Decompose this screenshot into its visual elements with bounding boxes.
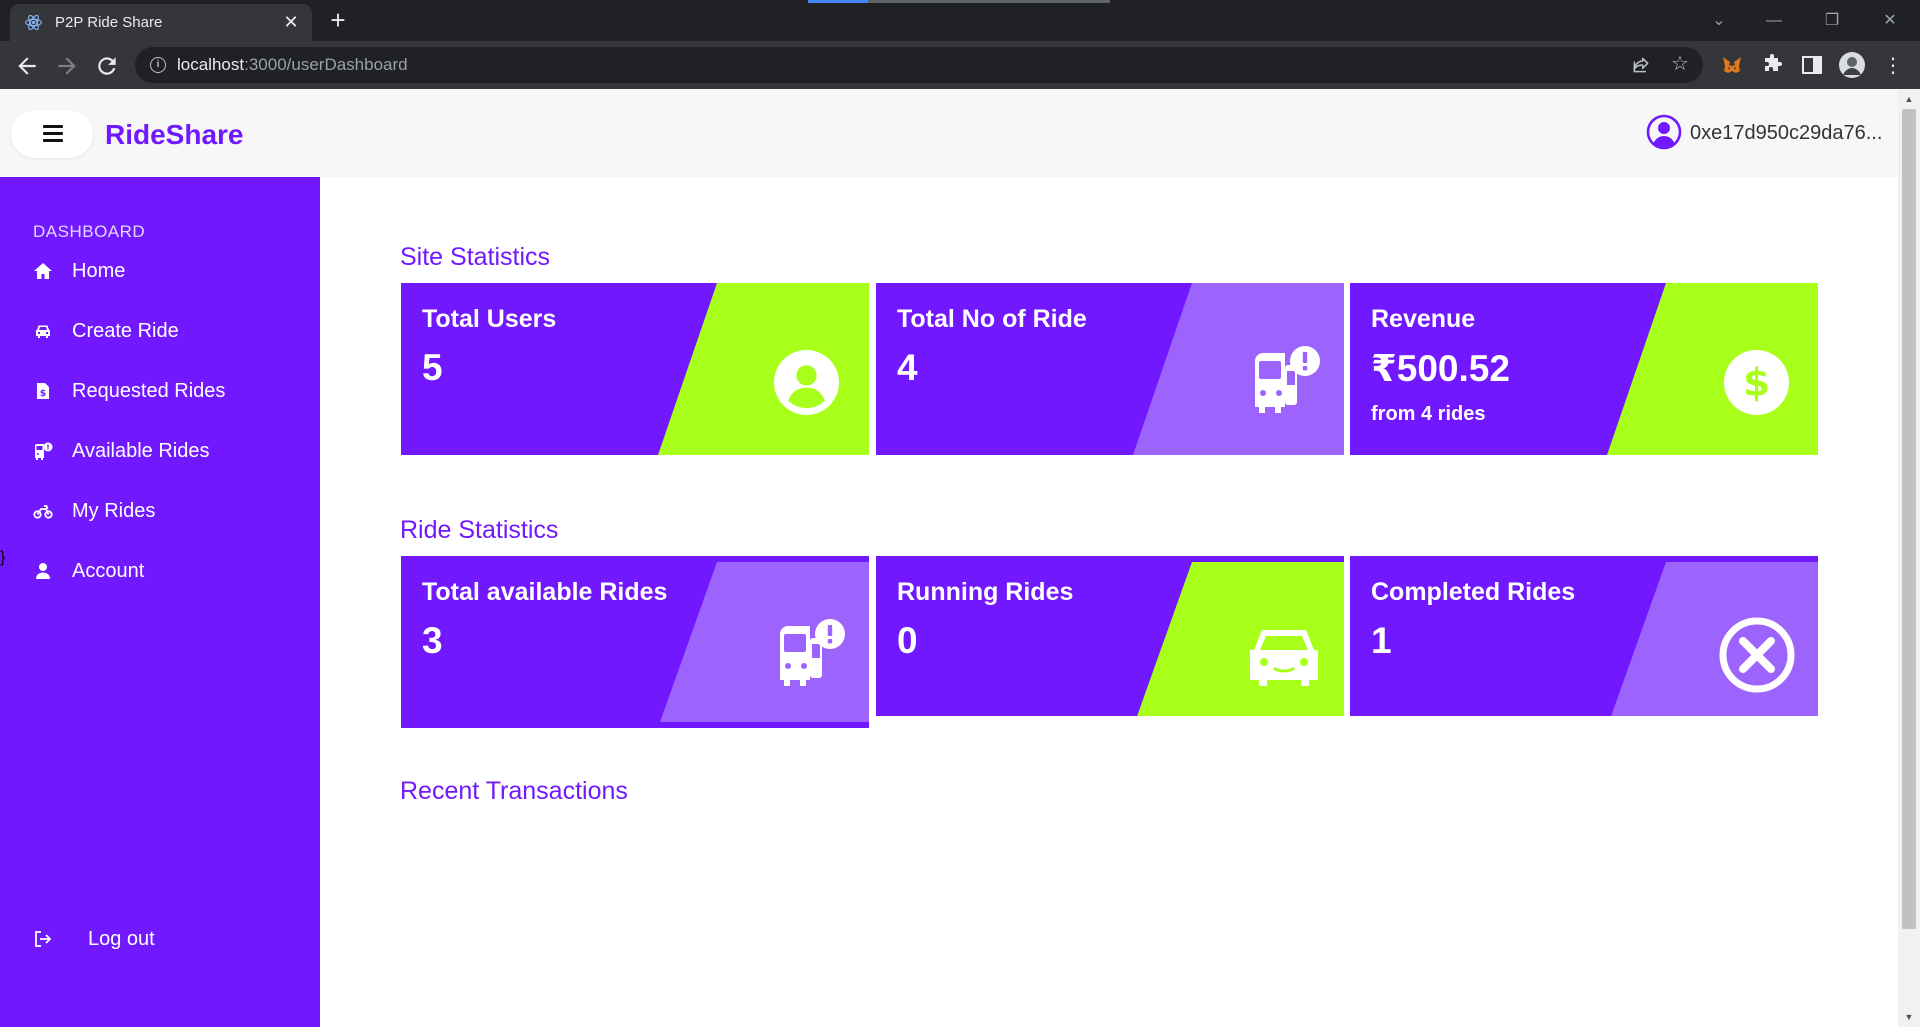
file-dollar-icon: $ — [37, 383, 49, 399]
browser-toolbar: i localhost:3000/userDashboard ☆ ⋮ — [0, 41, 1920, 89]
sidebar-item-label: My Rides — [72, 500, 156, 522]
svg-text:$: $ — [1743, 361, 1770, 406]
sidebar-item-requested-rides[interactable]: $ Requested Rides — [0, 369, 320, 413]
menu-bar — [43, 139, 63, 142]
car-front-icon — [1250, 630, 1318, 686]
home-icon — [34, 263, 52, 279]
profile-avatar[interactable] — [1838, 51, 1866, 79]
stat-card-title: Running Rides — [897, 578, 1074, 606]
wallet-address[interactable]: 0xe17d950c29da76... — [1690, 122, 1882, 145]
sidebar-item-my-rides[interactable]: My Rides — [0, 489, 320, 533]
car-icon — [36, 325, 50, 338]
stat-card-available-rides[interactable]: Total available Rides 3 — [401, 556, 869, 728]
extensions-puzzle-icon[interactable] — [1760, 53, 1784, 77]
bookmark-star-icon[interactable]: ☆ — [1669, 53, 1691, 75]
stat-card-value: 4 — [897, 347, 918, 388]
sidebar-item-label: Home — [72, 260, 126, 282]
stat-card-subtext: from 4 rides — [1371, 403, 1486, 425]
sidebar-item-label: Requested Rides — [72, 380, 226, 402]
section-title-site-statistics: Site Statistics — [400, 243, 551, 271]
stat-card-title: Revenue — [1371, 305, 1476, 333]
svg-text:$: $ — [40, 389, 46, 399]
url-path: :3000/userDashboard — [244, 55, 408, 74]
site-info-icon[interactable]: i — [150, 57, 166, 73]
menu-bar — [43, 125, 63, 128]
x-circle-icon — [1719, 617, 1795, 693]
hamburger-menu-button[interactable] — [11, 110, 93, 158]
logout-icon — [35, 931, 52, 947]
stat-card-title: Completed Rides — [1371, 578, 1576, 606]
react-icon — [25, 14, 42, 31]
logout-button[interactable]: Log out — [0, 917, 320, 961]
stat-card-revenue[interactable]: Revenue ₹500.52 from 4 rides $ — [1350, 283, 1818, 455]
url-text: localhost:3000/userDashboard — [177, 55, 408, 75]
bus-alert-icon — [1255, 346, 1320, 413]
minimize-icon[interactable]: — — [1762, 9, 1786, 33]
sidebar-item-home[interactable]: Home — [0, 249, 320, 293]
tab-search-icon[interactable]: ⌄ — [1707, 9, 1731, 33]
scroll-up-icon[interactable]: ▲ — [1903, 93, 1915, 105]
stat-card-total-users[interactable]: Total Users 5 — [401, 283, 869, 455]
stat-card-value: 5 — [422, 347, 443, 388]
stat-card-title: Total No of Ride — [897, 305, 1087, 333]
main-content: Site Statistics Total Users 5 Total No o… — [320, 177, 1898, 1027]
sidebar: DASHBOARD Home Create Ride $ Requested R… — [0, 177, 320, 1027]
dollar-circle-icon: $ — [1724, 350, 1789, 415]
app-header: RideShare 0xe17d950c29da76... — [0, 89, 1898, 177]
sidebar-item-create-ride[interactable]: Create Ride — [0, 309, 320, 353]
back-icon[interactable] — [14, 53, 40, 79]
tab-close-icon[interactable]: ✕ — [282, 13, 300, 31]
sidebar-item-label: Create Ride — [72, 320, 179, 342]
bus-alert-icon — [35, 442, 53, 460]
browser-tab-strip: P2P Ride Share ✕ + ⌄ — ❐ ✕ — [0, 0, 1920, 41]
stat-card-value: 1 — [1371, 620, 1392, 661]
browser-tab[interactable]: P2P Ride Share ✕ — [10, 4, 312, 41]
section-title-ride-statistics: Ride Statistics — [400, 516, 559, 544]
stat-card-title: Total available Rides — [422, 578, 668, 606]
close-window-icon[interactable]: ✕ — [1878, 9, 1902, 33]
bus-alert-icon — [780, 619, 845, 686]
sidebar-item-account[interactable]: Account } — [0, 549, 320, 593]
brand-logo[interactable]: RideShare — [105, 119, 244, 151]
tab-title: P2P Ride Share — [55, 14, 163, 31]
scroll-down-icon[interactable]: ▼ — [1903, 1011, 1915, 1023]
sidebar-item-label: Available Rides — [72, 440, 210, 462]
address-bar[interactable]: i localhost:3000/userDashboard ☆ — [135, 47, 1703, 83]
forward-icon[interactable] — [54, 53, 80, 79]
sidebar-item-available-rides[interactable]: Available Rides — [0, 429, 320, 473]
menu-bar — [43, 132, 63, 135]
side-panel-icon[interactable] — [1800, 53, 1824, 77]
sidebar-item-label: Account — [72, 560, 145, 582]
section-title-recent-transactions: Recent Transactions — [400, 777, 628, 805]
sidebar-heading: DASHBOARD — [33, 222, 146, 241]
stat-card-total-rides[interactable]: Total No of Ride 4 — [876, 283, 1344, 455]
stat-card-running-rides[interactable]: Running Rides 0 — [876, 556, 1344, 716]
metamask-icon[interactable] — [1720, 53, 1744, 77]
user-circle-icon — [774, 350, 839, 415]
logout-label: Log out — [88, 928, 155, 950]
browser-menu-icon[interactable]: ⋮ — [1880, 53, 1906, 79]
user-avatar-icon[interactable] — [1646, 114, 1682, 150]
tab-strip-indicator-2 — [868, 0, 1110, 3]
user-icon — [36, 563, 50, 579]
page-scrollbar[interactable]: ▲ ▼ — [1898, 89, 1920, 1027]
stat-card-value: ₹500.52 — [1371, 348, 1510, 389]
scroll-thumb[interactable] — [1902, 109, 1916, 929]
stat-card-value: 3 — [422, 620, 443, 661]
stat-card-value: 0 — [897, 620, 918, 661]
share-icon[interactable] — [1631, 55, 1651, 75]
motorcycle-icon — [33, 505, 53, 519]
url-host: localhost — [177, 55, 245, 74]
stat-card-completed-rides[interactable]: Completed Rides 1 — [1350, 556, 1818, 716]
new-tab-button[interactable]: + — [326, 7, 350, 33]
stat-card-title: Total Users — [422, 305, 557, 333]
reload-icon[interactable] — [94, 53, 120, 79]
tab-strip-indicator — [808, 0, 868, 3]
restore-icon[interactable]: ❐ — [1820, 9, 1844, 33]
